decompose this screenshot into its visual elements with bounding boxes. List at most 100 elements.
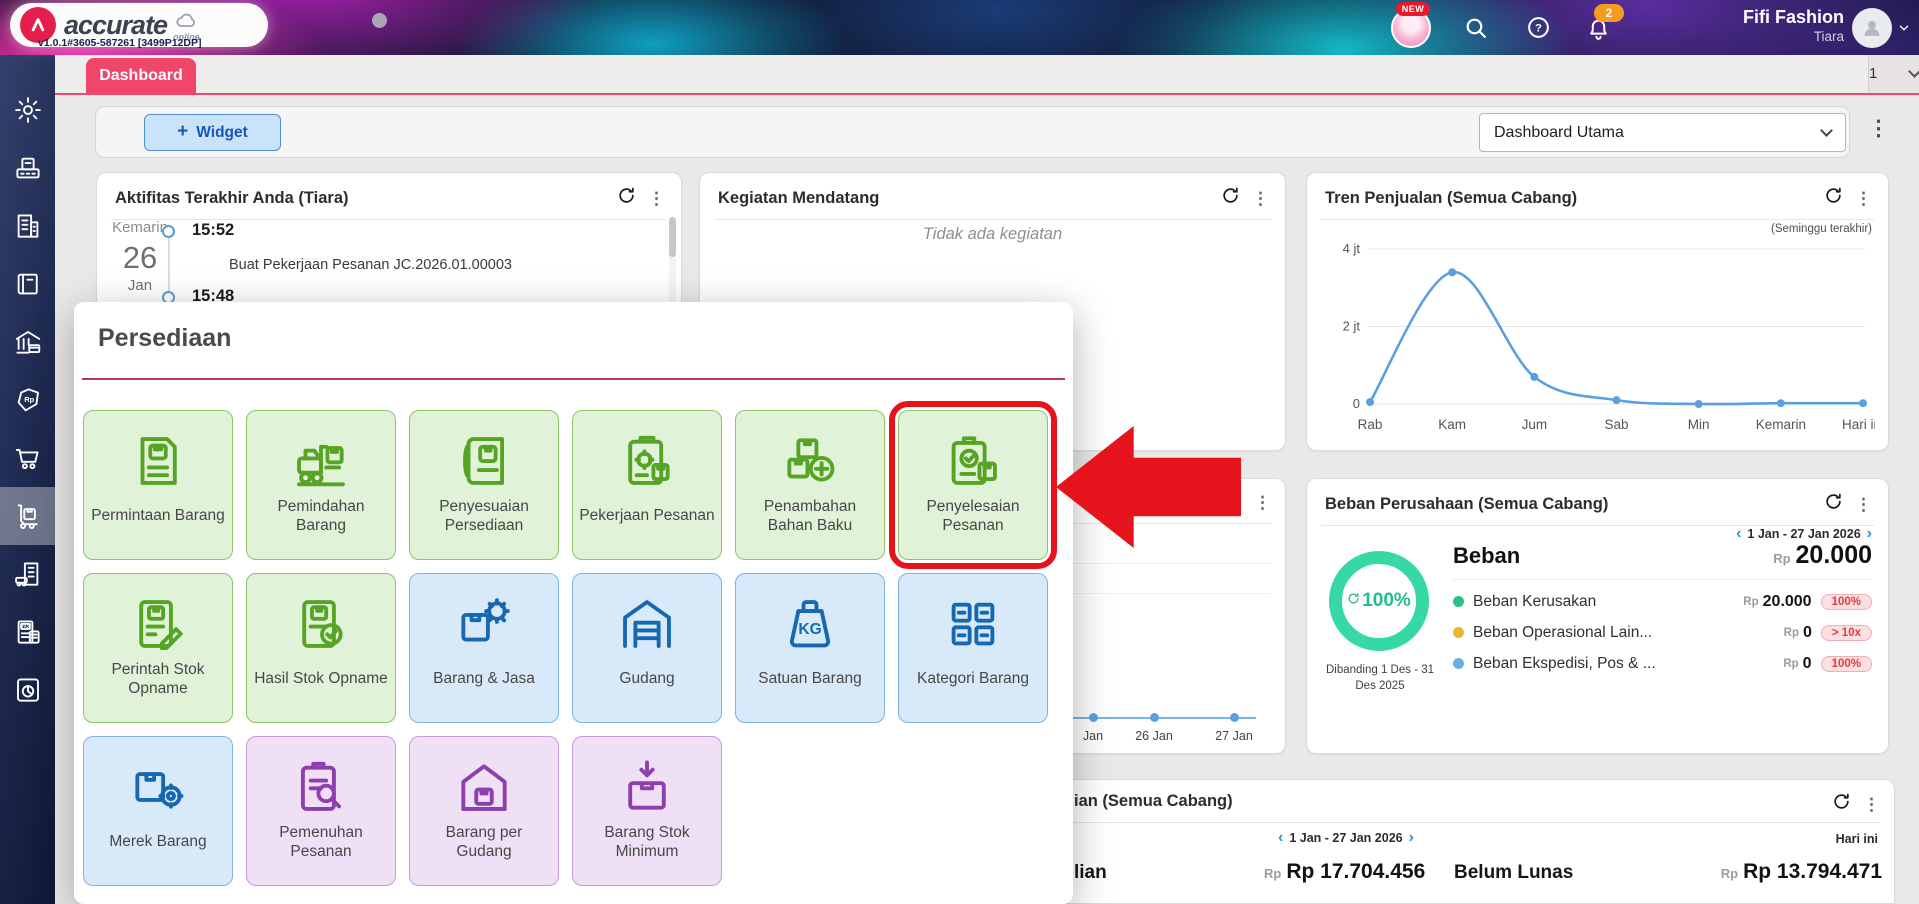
tile-satuan-barang[interactable]: KG Satuan Barang <box>735 573 885 723</box>
tile-label: Kategori Barang <box>916 670 1030 688</box>
search-button[interactable] <box>1463 15 1488 45</box>
widget-kebab-menu[interactable]: ⋮ <box>648 190 665 207</box>
tile-gudang[interactable]: Gudang <box>572 573 722 723</box>
tile-label: Gudang <box>619 670 675 688</box>
svg-text:TAX: TAX <box>21 624 30 629</box>
cloud-icon <box>176 13 196 27</box>
document-pencil-icon <box>139 600 183 650</box>
document-check-icon <box>290 590 352 658</box>
sidebar-item-buku-besar[interactable] <box>0 255 55 313</box>
tile-label: Pemindahan Barang <box>277 497 365 534</box>
widget-kebab-menu[interactable]: ⋮ <box>1855 496 1872 513</box>
sidebar-item-persediaan[interactable] <box>0 487 55 545</box>
sidebar-item-penjualan[interactable]: Rp <box>0 371 55 429</box>
tile-penambahan-bahan-baku[interactable]: Penambahan Bahan Baku <box>735 410 885 560</box>
tile-label: Penyelesaian Pesanan <box>926 497 1020 534</box>
sidebar-item-aset[interactable] <box>0 545 55 603</box>
expense-row[interactable]: Beban Kerusakan Rp 20.000 100% <box>1453 586 1872 617</box>
date-range-nav: ‹ 1 Jan - 27 Jan 2026 › <box>1278 830 1414 846</box>
app-screen: Rp TAX accurate online v1.0.1#3605-587261… <box>0 0 1919 904</box>
house-box-icon <box>453 753 515 821</box>
mini-chart-x-label: 26 Jan <box>1135 729 1173 743</box>
box-arrow-down-icon <box>628 760 666 810</box>
prev-period-button[interactable]: ‹ <box>1278 830 1283 846</box>
user-avatar[interactable] <box>1852 8 1892 48</box>
tab-dashboard[interactable]: Dashboard <box>86 58 196 93</box>
new-badge: NEW <box>1396 2 1430 16</box>
tile-barang-jasa[interactable]: Barang & Jasa <box>409 573 559 723</box>
sidebar-item-pajak[interactable]: TAX <box>0 603 55 661</box>
report-pie-icon <box>16 678 39 702</box>
tile-label: Perintah Stok Opname <box>111 660 205 697</box>
clipboard-check-icon <box>942 427 1004 495</box>
tile-perintah-stok-opname[interactable]: Perintah Stok Opname <box>83 573 233 723</box>
tile-permintaan-barang[interactable]: Permintaan Barang <box>83 410 233 560</box>
user-block[interactable]: Fifi Fashion Tiara <box>1743 6 1844 45</box>
widget-kebab-menu[interactable]: ⋮ <box>1252 190 1269 207</box>
tile-pemenuhan-pesanan[interactable]: Pemenuhan Pesanan <box>246 736 396 886</box>
refresh-button[interactable] <box>617 186 636 210</box>
tile-label: Merek Barang <box>109 833 207 851</box>
tile-penyesuaian-persediaan[interactable]: Penyesuaian Persediaan <box>409 410 559 560</box>
refresh-button[interactable] <box>1824 186 1843 210</box>
refresh-button[interactable] <box>1221 186 1240 210</box>
toolbar-kebab-menu[interactable]: ⋮ <box>1868 118 1889 139</box>
widget-kebab-menu[interactable]: ⋮ <box>1254 494 1271 511</box>
currency-prefix: Rp <box>1773 551 1791 566</box>
add-widget-button[interactable]: + Widget <box>144 114 281 151</box>
prev-period-button[interactable]: ‹ <box>1736 526 1741 542</box>
tile-merek-barang[interactable]: Merek Barang <box>83 736 233 886</box>
search-icon <box>1466 18 1486 38</box>
svg-text:Kam: Kam <box>1438 417 1466 432</box>
refresh-button[interactable] <box>1824 492 1843 516</box>
user-menu-chevron-icon[interactable] <box>1897 21 1911 40</box>
dashboard-select[interactable]: Dashboard Utama <box>1479 113 1846 152</box>
refresh-button[interactable] <box>1832 792 1851 816</box>
sidebar-item-laporan[interactable] <box>0 661 55 719</box>
help-button[interactable]: ? <box>1526 15 1551 45</box>
empty-state-text: Tidak ada kegiatan <box>922 225 1063 243</box>
boxes-plus-icon <box>787 438 835 482</box>
window-count-dropdown[interactable]: 1 <box>1868 55 1919 93</box>
sidebar-item-kas-bank[interactable] <box>0 313 55 371</box>
sidebar-item-settings[interactable] <box>0 81 55 139</box>
journal-box-icon <box>463 437 505 485</box>
sidebar-item-pembelian[interactable] <box>0 429 55 487</box>
box-gear-badge-icon <box>127 753 189 821</box>
refresh-icon <box>619 187 634 203</box>
tile-pekerjaan-pesanan[interactable]: Pekerjaan Pesanan <box>572 410 722 560</box>
widget-kebab-menu[interactable]: ⋮ <box>1855 190 1872 207</box>
clipboard-search-icon <box>290 753 352 821</box>
tile-penyelesaian-pesanan[interactable]: Penyelesaian Pesanan <box>889 401 1057 569</box>
next-period-button[interactable]: › <box>1867 526 1872 542</box>
svg-text:Jum: Jum <box>1522 417 1548 432</box>
expense-label: Beban Kerusakan <box>1473 592 1597 610</box>
currency-prefix: Rp <box>1783 657 1799 670</box>
tile-kategori-barang[interactable]: Kategori Barang <box>898 573 1048 723</box>
user-name: Tiara <box>1813 28 1844 44</box>
widget-title: Aktifitas Terakhir Anda (Tiara) <box>115 188 349 207</box>
expense-value: 20.000 <box>1762 592 1812 610</box>
add-widget-label: Widget <box>196 123 248 141</box>
building-icon <box>17 214 38 238</box>
expense-row[interactable]: Beban Ekspedisi, Pos & ... Rp 0 100% <box>1453 648 1872 679</box>
tile-barang-stok-minimum[interactable]: Barang Stok Minimum <box>572 736 722 886</box>
activity-text[interactable]: Buat Pekerjaan Pesanan JC.2026.01.00003 <box>229 257 512 273</box>
tile-pemindahan-barang[interactable]: Pemindahan Barang <box>246 410 396 560</box>
grid-boxes-icon <box>942 590 1004 658</box>
grid-boxes-icon <box>951 602 995 646</box>
tile-hasil-stok-opname[interactable]: Hasil Stok Opname <box>246 573 396 723</box>
tile-barang-per-gudang[interactable]: Barang per Gudang <box>409 736 559 886</box>
box-gear-icon <box>453 590 515 658</box>
svg-text:4 jt: 4 jt <box>1343 241 1361 256</box>
scrollbar-thumb[interactable] <box>669 217 676 257</box>
sidebar-item-kasir[interactable] <box>0 139 55 197</box>
svg-text:?: ? <box>1535 23 1542 35</box>
widget-tren-penjualan: Tren Penjualan (Semua Cabang) ⋮ (Semingg… <box>1306 172 1889 451</box>
sidebar-item-perusahaan[interactable] <box>0 197 55 255</box>
widget-kebab-menu[interactable]: ⋮ <box>1863 796 1880 813</box>
next-period-button[interactable]: › <box>1409 830 1414 846</box>
widget-title-visible: ian (Semua Cabang) <box>1074 792 1233 810</box>
expense-row[interactable]: Beban Operasional Lain... Rp 0 > 10x <box>1453 617 1872 648</box>
gear-icon <box>14 97 41 123</box>
